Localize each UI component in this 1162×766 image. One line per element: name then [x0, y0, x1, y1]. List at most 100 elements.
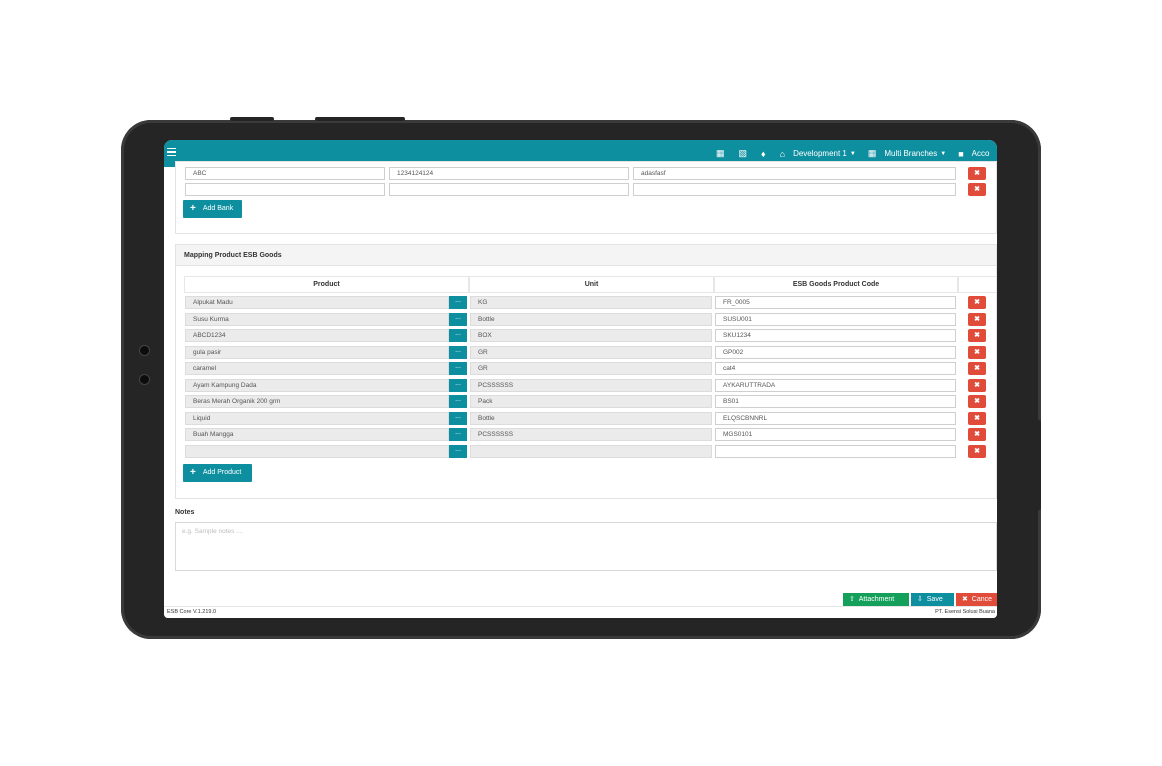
delete-bank-button[interactable]: ✖: [968, 167, 986, 180]
browse-product-button[interactable]: ...: [449, 345, 467, 359]
bank-holder-input[interactable]: [633, 183, 956, 196]
upload-icon: ⇧: [849, 596, 855, 603]
delete-product-button[interactable]: ✖: [968, 444, 986, 458]
add-bank-button[interactable]: + Add Bank: [183, 200, 242, 218]
attachment-label: Attachment: [858, 596, 895, 603]
home-icon: ⌂: [779, 148, 786, 159]
browse-product-button[interactable]: ...: [449, 444, 467, 458]
esb-code-input[interactable]: ELQSCBNNRL: [715, 411, 956, 425]
esb-code-input[interactable]: FR_0005: [715, 296, 956, 309]
mapping-section-header: Mapping Product ESB Goods: [175, 244, 997, 266]
tablet-top-button-right: [315, 117, 405, 121]
product-field: ABCD1234: [185, 329, 449, 342]
chevron-down-icon: ▼: [940, 150, 947, 157]
esb-code-input[interactable]: AYKARUTTRADA: [715, 378, 956, 392]
hamburger-menu-icon[interactable]: [167, 148, 176, 157]
unit-field: GR: [470, 362, 712, 375]
unit-field: Bottle: [470, 411, 712, 425]
product-field: Ayam Kampung Dada: [185, 378, 449, 392]
esb-code-input[interactable]: SKU1234: [715, 329, 956, 342]
add-product-label: Add Product: [202, 469, 242, 476]
product-field: Alpukat Madu: [185, 296, 449, 309]
delete-product-button[interactable]: ✖: [968, 428, 986, 441]
main-content: ABC 1234124124 adasfasf ✖ ✖ + Add Bank Ma…: [164, 161, 997, 608]
bank-holder-input[interactable]: adasfasf: [633, 167, 956, 180]
column-header-esb-code: ESB Goods Product Code: [714, 276, 958, 293]
esb-code-input[interactable]: cat4: [715, 362, 956, 375]
browse-product-button[interactable]: ...: [449, 312, 467, 326]
report-icon[interactable]: ▦: [716, 148, 725, 159]
bank-account-input[interactable]: 1234124124: [389, 167, 629, 180]
product-field: gula pasir: [185, 345, 449, 359]
unit-field: [470, 444, 712, 458]
plus-icon: +: [190, 203, 196, 214]
bell-icon[interactable]: ♦: [761, 149, 766, 159]
unit-field: PCSSSSSS: [470, 428, 712, 441]
delete-product-button[interactable]: ✖: [968, 296, 986, 309]
delete-product-button[interactable]: ✖: [968, 312, 986, 326]
save-button[interactable]: ⇩ Save: [911, 593, 954, 607]
browse-product-button[interactable]: ...: [449, 362, 467, 375]
product-field: caramel: [185, 362, 449, 375]
camera-icon: [139, 374, 150, 385]
esb-code-input[interactable]: BS01: [715, 395, 956, 408]
delete-bank-button[interactable]: ✖: [968, 183, 986, 196]
unit-field: KG: [470, 296, 712, 309]
notes-textarea[interactable]: e.g. Sample notes ....: [175, 522, 997, 571]
browse-product-button[interactable]: ...: [449, 411, 467, 425]
browse-product-button[interactable]: ...: [449, 395, 467, 408]
esb-code-input[interactable]: [715, 444, 956, 458]
product-field: Beras Merah Organik 200 grm: [185, 395, 449, 408]
delete-product-button[interactable]: ✖: [968, 362, 986, 375]
add-bank-label: Add Bank: [202, 205, 234, 212]
bank-account-input[interactable]: [389, 183, 629, 196]
mapping-title: Mapping Product ESB Goods: [184, 252, 282, 259]
browse-product-button[interactable]: ...: [449, 329, 467, 342]
camera-icon: [139, 345, 150, 356]
esb-code-input[interactable]: GP002: [715, 345, 956, 359]
status-bar: ESB Core V.1.219.0 PT. Esensi Solusi Bua…: [164, 606, 997, 618]
company-text: PT. Esensi Solusi Buana: [935, 609, 995, 615]
product-field: Susu Kurma: [185, 312, 449, 326]
save-label: Save: [926, 596, 943, 603]
unit-field: Pack: [470, 395, 712, 408]
plus-icon: +: [190, 467, 196, 478]
esb-code-input[interactable]: MGS0101: [715, 428, 956, 441]
delete-product-button[interactable]: ✖: [968, 345, 986, 359]
esb-code-input[interactable]: SUSU001: [715, 312, 956, 326]
browse-product-button[interactable]: ...: [449, 296, 467, 309]
unit-field: GR: [470, 345, 712, 359]
account-label: Acco: [971, 149, 990, 158]
column-header-unit: Unit: [469, 276, 714, 293]
account-menu[interactable]: ■ Acco: [958, 149, 989, 159]
delete-product-button[interactable]: ✖: [968, 378, 986, 392]
document-icon[interactable]: ▧: [739, 148, 748, 159]
product-field: [185, 444, 449, 458]
delete-product-button[interactable]: ✖: [968, 329, 986, 342]
bank-name-input[interactable]: ABC: [185, 167, 385, 180]
user-icon: ■: [958, 148, 964, 159]
unit-field: PCSSSSSS: [470, 378, 712, 392]
cancel-label: Cance: [971, 596, 992, 603]
unit-field: Bottle: [470, 312, 712, 326]
delete-product-button[interactable]: ✖: [968, 395, 986, 408]
column-header-action: [958, 276, 997, 293]
browse-product-button[interactable]: ...: [449, 428, 467, 441]
delete-product-button[interactable]: ✖: [968, 411, 986, 425]
notes-label: Notes: [175, 509, 195, 516]
branch-dropdown[interactable]: ⌂ Development 1 ▼: [780, 149, 856, 159]
product-field: Liquid: [185, 411, 449, 425]
multi-branches-dropdown[interactable]: ▦ Multi Branches ▼: [868, 148, 946, 159]
grid-icon: ▦: [867, 148, 877, 158]
tablet-screen: ▦ ▧ ♦ ⌂ Development 1 ▼ ▦ Multi Branches…: [164, 140, 997, 618]
attachment-button[interactable]: ⇧ Attachment: [843, 593, 909, 607]
unit-field: BOX: [470, 329, 712, 342]
product-field: Buah Mangga: [185, 428, 449, 441]
bank-name-input[interactable]: [185, 183, 385, 196]
add-product-button[interactable]: + Add Product: [183, 464, 252, 482]
version-text: ESB Core V.1.219.0: [167, 609, 217, 615]
download-icon: ⇩: [917, 596, 923, 603]
cancel-button[interactable]: ✖ Cance: [956, 593, 997, 607]
column-header-product: Product: [184, 276, 469, 293]
browse-product-button[interactable]: ...: [449, 378, 467, 392]
